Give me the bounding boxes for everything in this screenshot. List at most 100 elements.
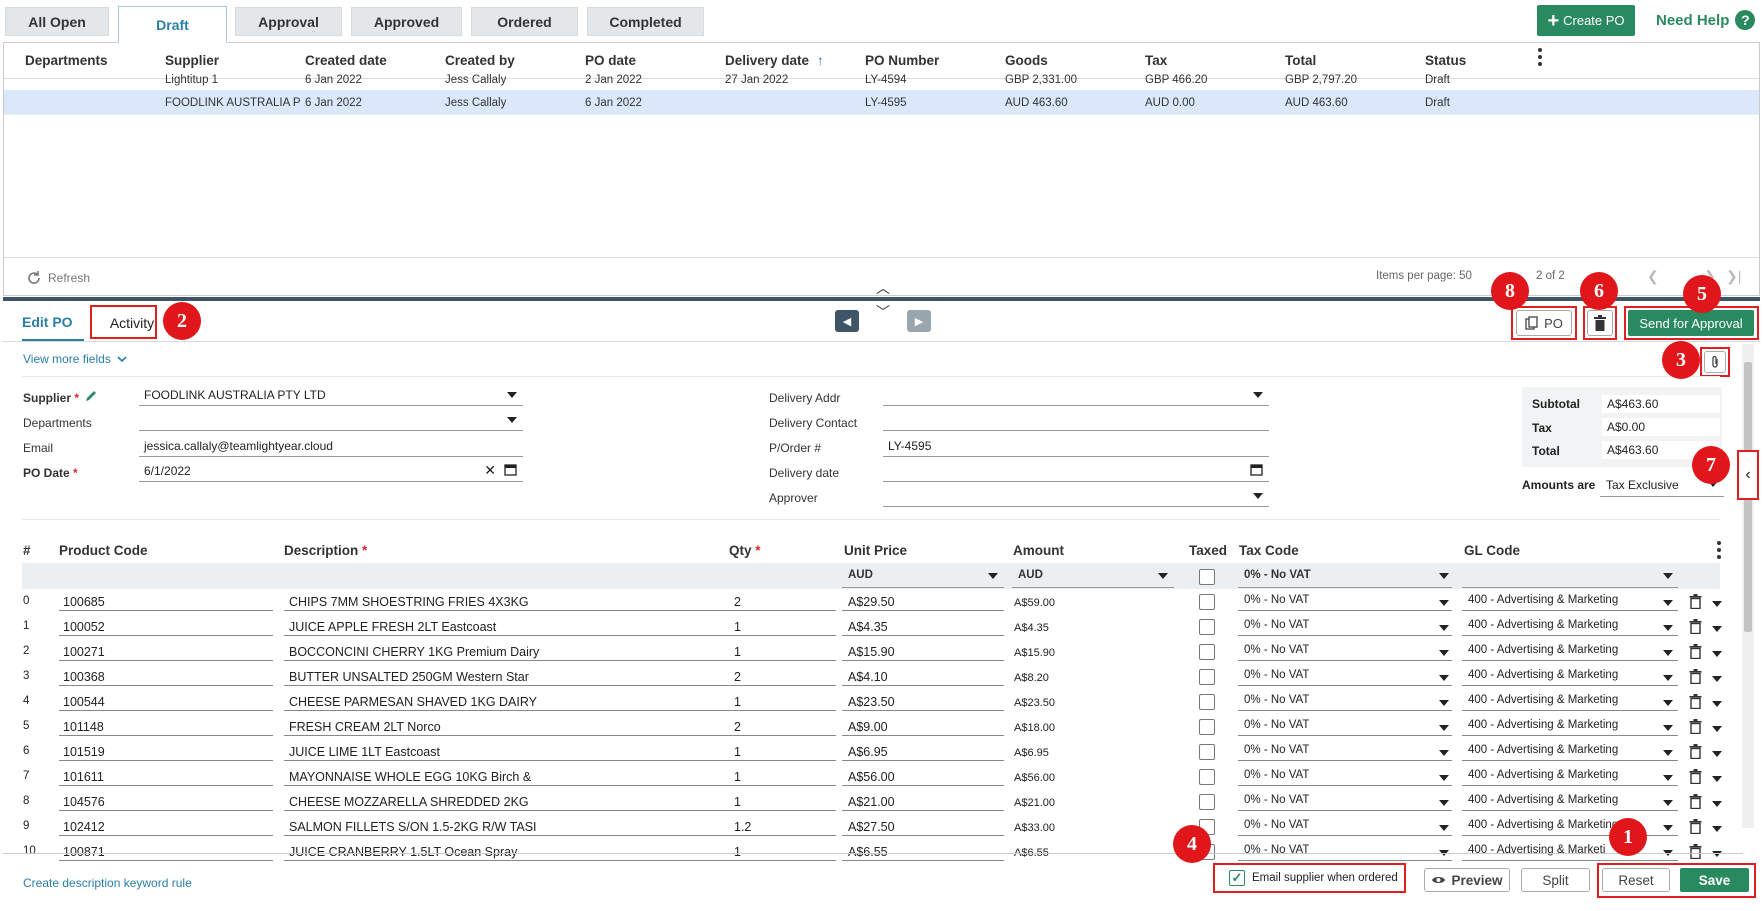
col-po-date[interactable]: PO date — [585, 53, 636, 68]
taxed-checkbox[interactable] — [1199, 694, 1215, 710]
qty-input[interactable]: 2 — [734, 670, 741, 684]
trash-icon[interactable] — [1689, 669, 1702, 687]
tax-code-select[interactable]: 0% - No VAT — [1244, 744, 1309, 756]
edit-supplier-icon[interactable] — [84, 389, 98, 406]
row-expand-icon[interactable] — [1712, 701, 1722, 707]
refresh-button[interactable]: Refresh — [26, 270, 90, 286]
taxed-all-checkbox[interactable] — [1199, 569, 1215, 585]
gl-code-select[interactable]: 400 - Advertising & Marketing — [1468, 669, 1653, 681]
product-code-input[interactable]: 100052 — [63, 620, 105, 634]
description-input[interactable]: MAYONNAISE WHOLE EGG 10KG Birch & — [289, 770, 744, 784]
create-keyword-rule-link[interactable]: Create description keyword rule — [23, 876, 192, 890]
amount-currency[interactable]: AUD — [1018, 569, 1043, 581]
product-code-input[interactable]: 100544 — [63, 695, 105, 709]
row-expand-icon[interactable] — [1712, 801, 1722, 807]
col-unit-price[interactable]: Unit Price — [844, 543, 907, 558]
row-expand-icon[interactable] — [1712, 751, 1722, 757]
create-po-button[interactable]: + Create PO — [1537, 5, 1635, 36]
col-created-by[interactable]: Created by — [445, 53, 515, 68]
email-field[interactable]: jessica.callaly@teamlightyear.cloud — [139, 435, 523, 457]
gl-code-select[interactable]: 400 - Advertising & Marketing — [1468, 619, 1653, 631]
description-input[interactable]: JUICE APPLE FRESH 2LT Eastcoast — [289, 620, 744, 634]
last-page-icon[interactable]: ❯| — [1726, 268, 1741, 285]
chevron-up-icon[interactable]: ︿ — [876, 278, 890, 298]
unit-price-input[interactable]: A$56.00 — [848, 770, 895, 784]
description-input[interactable]: FRESH CREAM 2LT Norco — [289, 720, 744, 734]
col-qty[interactable]: Qty * — [729, 543, 761, 558]
row-expand-icon[interactable] — [1712, 826, 1722, 832]
trash-icon[interactable] — [1689, 719, 1702, 737]
unit-price-input[interactable]: A$27.50 — [848, 820, 895, 834]
col-gl-code[interactable]: GL Code — [1464, 543, 1520, 558]
tab-draft[interactable]: Draft — [118, 6, 227, 43]
description-input[interactable]: SALMON FILLETS S/ON 1.5-2KG R/W TASI — [289, 820, 744, 834]
supplier-select[interactable]: FOODLINK AUSTRALIA PTY LTD — [139, 384, 523, 406]
product-code-input[interactable]: 100271 — [63, 645, 105, 659]
tax-code-select[interactable]: 0% - No VAT — [1244, 669, 1309, 681]
tax-code-select[interactable]: 0% - No VAT — [1244, 719, 1309, 731]
departments-select[interactable] — [139, 409, 523, 431]
unit-price-input[interactable]: A$29.50 — [848, 595, 895, 609]
tab-edit-po[interactable]: Edit PO — [22, 305, 84, 341]
product-code-input[interactable]: 101148 — [63, 720, 104, 734]
prev-page-icon[interactable]: ❮ — [1647, 268, 1659, 285]
unit-price-input[interactable]: A$4.35 — [848, 620, 888, 634]
table-row[interactable]: Lightitup 1 6 Jan 2022 Jess Callaly 2 Ja… — [4, 67, 1759, 92]
gl-code-select[interactable]: 400 - Advertising & Marketing — [1468, 769, 1653, 781]
description-input[interactable]: CHEESE MOZZARELLA SHREDDED 2KG — [289, 795, 744, 809]
taxed-checkbox[interactable] — [1199, 669, 1215, 685]
gl-code-select[interactable]: 400 - Advertising & Marketing — [1468, 719, 1653, 731]
description-input[interactable]: JUICE LIME 1LT Eastcoast — [289, 745, 744, 759]
col-tax-code[interactable]: Tax Code — [1239, 543, 1299, 558]
tax-code-select[interactable]: 0% - No VAT — [1244, 794, 1309, 806]
unit-price-input[interactable]: A$21.00 — [848, 795, 895, 809]
row-expand-icon[interactable] — [1712, 626, 1722, 632]
product-code-input[interactable]: 101519 — [63, 745, 105, 759]
qty-input[interactable]: 1 — [734, 695, 741, 709]
taxed-checkbox[interactable] — [1199, 769, 1215, 785]
product-code-input[interactable]: 100368 — [63, 670, 105, 684]
description-input[interactable]: BOCCONCINI CHERRY 1KG Premium Dairy — [289, 645, 744, 659]
taxed-checkbox[interactable] — [1199, 719, 1215, 735]
row-expand-icon[interactable] — [1712, 676, 1722, 682]
porder-field[interactable]: LY-4595 — [883, 435, 1269, 457]
col-created-date[interactable]: Created date — [305, 53, 387, 68]
col-po-number[interactable]: PO Number — [865, 53, 939, 68]
taxed-checkbox[interactable] — [1199, 594, 1215, 610]
clear-icon[interactable]: ✕ — [484, 462, 496, 479]
row-expand-icon[interactable] — [1712, 776, 1722, 782]
unit-price-input[interactable]: A$6.55 — [848, 845, 888, 859]
product-code-input[interactable]: 102412 — [63, 820, 105, 834]
col-taxed[interactable]: Taxed — [1189, 543, 1227, 558]
gl-code-select[interactable]: 400 - Advertising & Marketing — [1468, 744, 1653, 756]
gl-code-select[interactable]: 400 - Advertising & Marketing — [1468, 594, 1653, 606]
unit-price-input[interactable]: A$15.90 — [848, 645, 895, 659]
col-delivery-date[interactable]: Delivery date ↑ — [725, 53, 824, 68]
delivery-contact-field[interactable] — [883, 409, 1269, 431]
description-input[interactable]: CHEESE PARMESAN SHAVED 1KG DAIRY — [289, 695, 744, 709]
items-per-page[interactable]: Items per page: 50 — [1376, 270, 1472, 282]
po-date-field[interactable]: 6/1/2022 ✕ — [139, 460, 523, 482]
calendar-icon[interactable] — [1250, 463, 1263, 479]
col-tax[interactable]: Tax — [1145, 53, 1167, 68]
taxed-checkbox[interactable] — [1199, 644, 1215, 660]
tax-code-select[interactable]: 0% - No VAT — [1244, 844, 1309, 856]
table-row[interactable]: FOODLINK AUSTRALIA PT... 6 Jan 2022 Jess… — [4, 90, 1759, 115]
tax-code-select[interactable]: 0% - No VAT — [1244, 819, 1309, 831]
tab-ordered[interactable]: Ordered — [471, 7, 578, 36]
trash-icon[interactable] — [1689, 744, 1702, 762]
trash-icon[interactable] — [1689, 769, 1702, 787]
trash-icon[interactable] — [1689, 694, 1702, 712]
trash-icon[interactable] — [1689, 644, 1702, 662]
tab-approved[interactable]: Approved — [351, 7, 462, 36]
view-more-fields-link[interactable]: View more fields — [23, 352, 127, 366]
col-status[interactable]: Status — [1425, 53, 1466, 68]
unit-price-input[interactable]: A$23.50 — [848, 695, 895, 709]
unit-price-currency[interactable]: AUD — [848, 569, 873, 581]
unit-price-input[interactable]: A$6.95 — [848, 745, 888, 759]
email-supplier-checkbox[interactable]: ✓ Email supplier when ordered — [1213, 863, 1406, 893]
trash-icon[interactable] — [1689, 594, 1702, 612]
qty-input[interactable]: 2 — [734, 595, 741, 609]
tab-approval[interactable]: Approval — [235, 7, 342, 36]
row-expand-icon[interactable] — [1712, 651, 1722, 657]
